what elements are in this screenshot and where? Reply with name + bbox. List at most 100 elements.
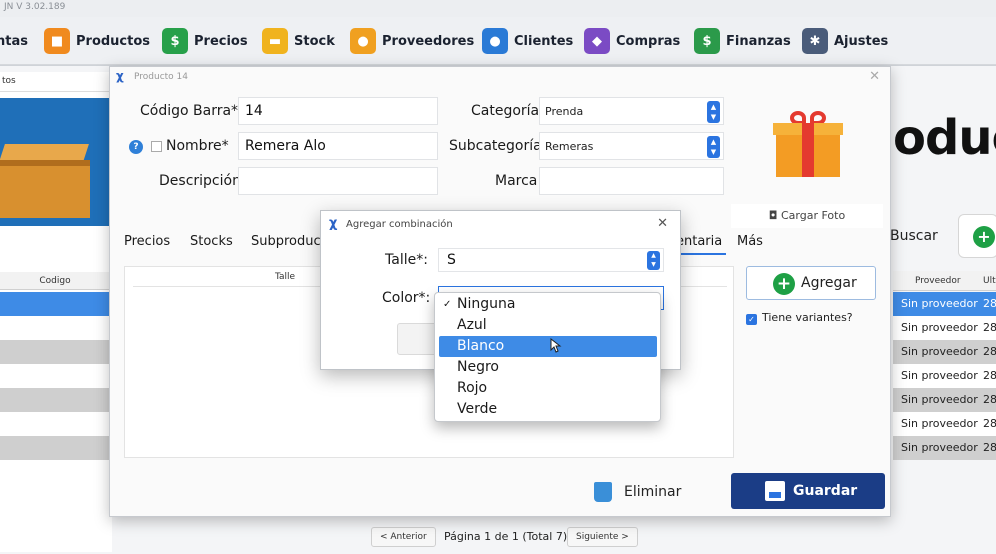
cell-proveedor: Sin proveedor	[901, 369, 978, 382]
spinner-icon: ▲ ▼	[707, 101, 720, 123]
tab-stocks[interactable]: Stocks	[190, 234, 233, 249]
add-product-button[interactable]: +	[958, 214, 996, 258]
categoria-value: Prenda	[545, 105, 584, 118]
close-icon[interactable]: ✕	[869, 69, 880, 84]
menu-proveedores[interactable]: ● Proveedores	[350, 28, 474, 54]
nombre-checkbox[interactable]	[151, 141, 162, 152]
camera-icon: ◘	[768, 209, 781, 222]
agregar-label: Agregar	[801, 275, 857, 291]
help-icon[interactable]: ?	[129, 140, 143, 154]
tiene-variantes-checkbox[interactable]: ✓ Tiene variantes?	[746, 311, 853, 325]
product-dialog-title: Producto 14	[134, 72, 188, 82]
cargar-foto-button[interactable]: ◘ Cargar Foto	[731, 204, 883, 228]
table-row[interactable]: Sin proveedor 28	[893, 412, 996, 436]
color-option-ninguna[interactable]: ✓ Ninguna	[439, 294, 657, 315]
menu-label: Compras	[616, 33, 681, 49]
column-header-proveedor[interactable]: Proveedor	[915, 276, 961, 286]
menu-label: Precios	[194, 33, 248, 49]
table-row[interactable]	[0, 340, 110, 364]
spinner-icon: ▲ ▼	[707, 136, 720, 158]
menu-label: Finanzas	[726, 33, 791, 49]
combination-dialog-title: Agregar combinación	[346, 219, 453, 230]
menu-label: Productos	[76, 33, 151, 49]
guardar-button[interactable]: Guardar	[731, 473, 885, 509]
tab-inventaria[interactable]: entaria	[676, 234, 722, 249]
column-header-ult[interactable]: Ult	[983, 276, 996, 286]
subcategoria-label: Subcategoría	[449, 138, 542, 154]
table-row[interactable]	[0, 292, 110, 316]
table-row[interactable]: Sin proveedor 28	[893, 292, 996, 316]
table-row[interactable]	[0, 412, 110, 436]
supplier-person-icon: ●	[350, 28, 376, 54]
table-row[interactable]: Sin proveedor 28	[893, 340, 996, 364]
cell-ult: 28	[983, 441, 996, 454]
tab-precios[interactable]: Precios	[124, 234, 170, 249]
menu-compras[interactable]: ◆ Compras	[584, 28, 680, 54]
tab-subproductos[interactable]: Subproduc	[251, 234, 321, 249]
cell-proveedor: Sin proveedor	[901, 417, 978, 430]
app-logo-icon: χ	[329, 216, 338, 231]
categoria-select[interactable]: Prenda ▲ ▼	[539, 97, 724, 125]
save-icon	[765, 481, 785, 501]
gift-ribbon	[802, 123, 814, 177]
color-option-verde[interactable]: Verde	[439, 399, 657, 420]
tab-mas[interactable]: Más	[737, 234, 763, 249]
main-menubar: ntas ■ Productos $ Precios ▬ Stock ● Proveed…	[0, 17, 996, 65]
nombre-field[interactable]: Remera Alo	[238, 132, 438, 160]
subcategoria-select[interactable]: Remeras ▲ ▼	[539, 132, 724, 160]
left-tab[interactable]: tos	[0, 72, 112, 92]
product-gift-image	[773, 111, 843, 177]
menu-clientes[interactable]: ● Clientes	[482, 28, 573, 54]
close-icon[interactable]: ✕	[657, 216, 668, 231]
menu-productos[interactable]: ■ Productos	[44, 28, 150, 54]
plus-circle-icon: +	[773, 273, 795, 295]
cargar-foto-label: Cargar Foto	[781, 209, 846, 222]
menu-ventas[interactable]: ntas	[0, 28, 28, 54]
left-column-header[interactable]: Codigo	[0, 272, 110, 290]
eliminar-button[interactable]: Eliminar	[594, 474, 681, 510]
menu-ajustes[interactable]: ✱ Ajustes	[802, 28, 888, 54]
table-row[interactable]: Sin proveedor 28	[893, 364, 996, 388]
checkmark-icon: ✓	[443, 299, 452, 310]
color-option-rojo[interactable]: Rojo	[439, 378, 657, 399]
eliminar-label: Eliminar	[624, 484, 682, 500]
column-header-talle[interactable]: Talle	[275, 272, 295, 282]
table-row[interactable]	[0, 316, 110, 340]
table-row[interactable]: Sin proveedor 28	[893, 316, 996, 340]
menu-precios[interactable]: $ Precios	[162, 28, 248, 54]
cell-ult: 28	[983, 393, 996, 406]
cell-proveedor: Sin proveedor	[901, 345, 978, 358]
table-row[interactable]: Sin proveedor 28	[893, 436, 996, 460]
marca-field[interactable]	[539, 167, 724, 195]
box	[0, 160, 90, 218]
next-page-button[interactable]: Siguiente >	[567, 527, 638, 547]
cell-ult: 28	[983, 369, 996, 382]
guardar-label: Guardar	[793, 483, 858, 499]
cell-ult: 28	[983, 417, 996, 430]
client-person-icon: ●	[482, 28, 508, 54]
talle-select[interactable]: S ▲ ▼	[438, 248, 664, 272]
right-table-header: Proveedor Ult	[893, 271, 996, 291]
color-option-blanco[interactable]: Blanco	[439, 336, 657, 357]
cell-proveedor: Sin proveedor	[901, 441, 978, 454]
color-dropdown-list: ✓ Ninguna Azul Blanco Negro Rojo Verde	[434, 292, 661, 422]
menu-stock[interactable]: ▬ Stock	[262, 28, 335, 54]
table-row[interactable]: Sin proveedor 28	[893, 388, 996, 412]
agregar-button[interactable]: + Agregar	[746, 266, 876, 300]
option-label: Azul	[457, 317, 487, 333]
descripcion-field[interactable]	[238, 167, 438, 195]
option-label: Blanco	[457, 338, 505, 354]
menu-finanzas[interactable]: $ Finanzas	[694, 28, 791, 54]
table-row[interactable]	[0, 364, 110, 388]
table-row[interactable]	[0, 436, 110, 460]
color-option-negro[interactable]: Negro	[439, 357, 657, 378]
checkbox-checked-icon: ✓	[746, 314, 757, 325]
cell-proveedor: Sin proveedor	[901, 393, 978, 406]
menu-label: Ajustes	[834, 33, 889, 49]
codigo-field[interactable]: 14	[238, 97, 438, 125]
table-row[interactable]	[0, 388, 110, 412]
color-option-azul[interactable]: Azul	[439, 315, 657, 336]
menu-label: Proveedores	[382, 33, 475, 49]
gear-icon: ✱	[802, 28, 828, 54]
prev-page-button[interactable]: < Anterior	[371, 527, 436, 547]
